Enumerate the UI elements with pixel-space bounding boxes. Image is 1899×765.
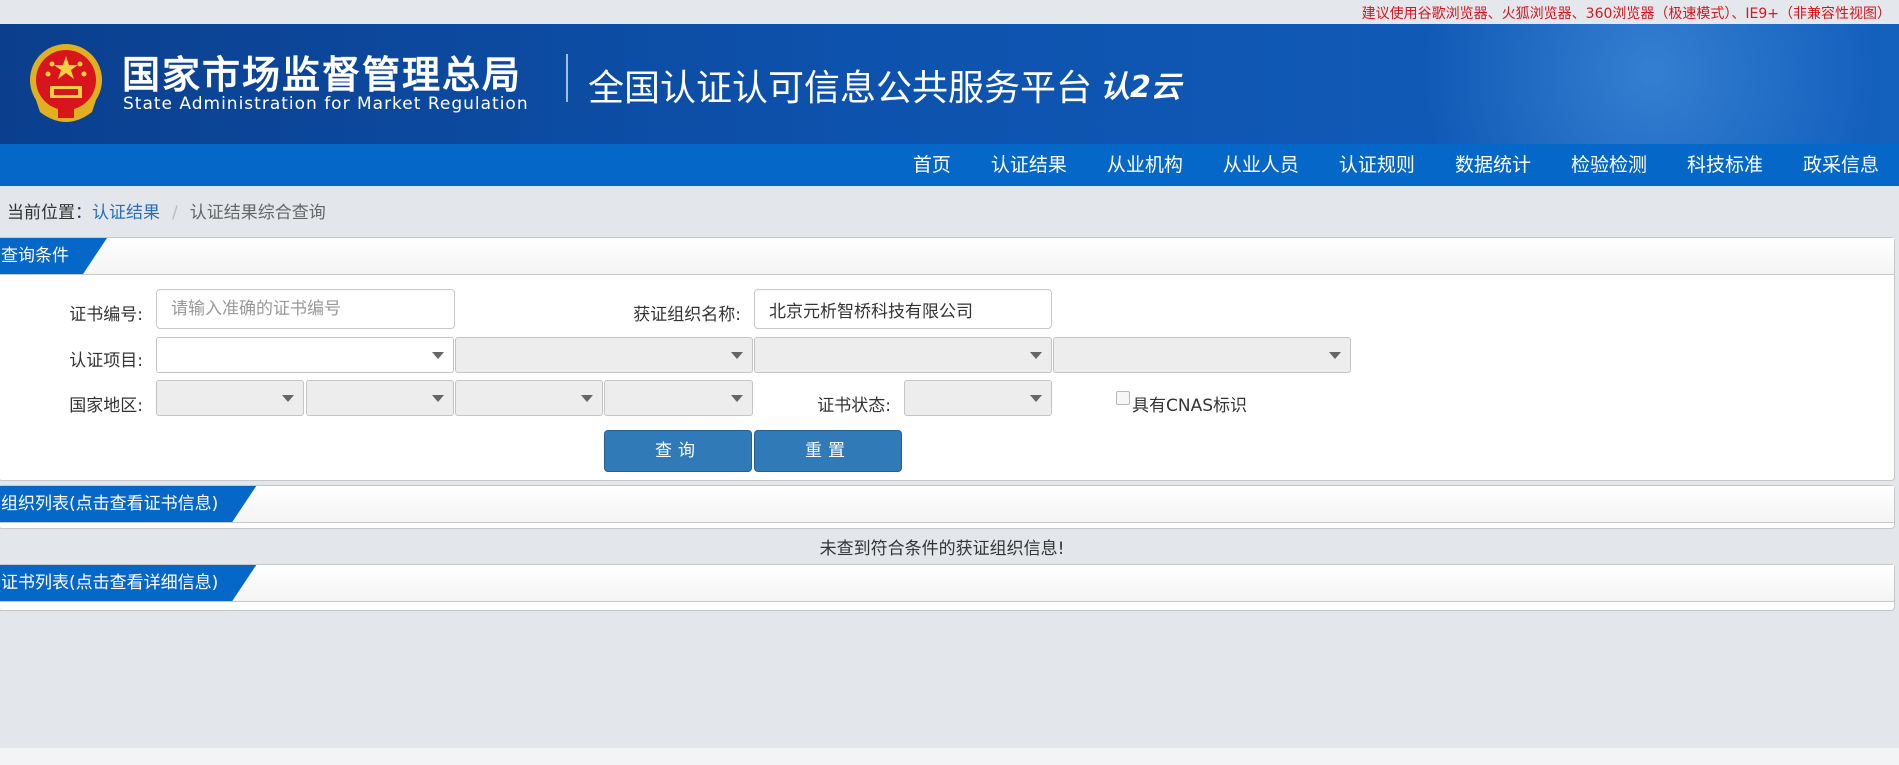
cert-project-select-3[interactable] [754,337,1052,373]
cert-status-label: 证书状态: [817,396,891,416]
cert-list-header: 证书列表(点击查看详细信息) [0,565,1894,602]
region-select-4[interactable] [604,380,753,416]
search-button[interactable]: 查询 [604,430,752,472]
chevron-down-icon [282,395,294,402]
cert-project-select-4[interactable] [1053,337,1351,373]
nav-item-statistics[interactable]: 数据统计 [1435,144,1551,186]
nav-item-cert-results[interactable]: 认证结果 [971,144,1087,186]
nav-item-home[interactable]: 首页 [893,144,971,186]
header-divider [566,54,568,102]
org-name-label: 获证组织名称: [633,305,741,325]
chevron-down-icon [432,395,444,402]
nav-item-inspection[interactable]: 检验检测 [1551,144,1667,186]
region-select-2[interactable] [306,380,454,416]
org-list-header: 组织列表(点击查看证书信息) [0,486,1894,523]
chevron-down-icon [731,352,743,359]
nav-item-institutions[interactable]: 从业机构 [1087,144,1203,186]
page-bottom-strip [0,748,1899,765]
chevron-down-icon [1329,352,1341,359]
breadcrumb-link-cert-results[interactable]: 认证结果 [92,203,160,223]
breadcrumb-prefix: 当前位置： [7,203,92,223]
chevron-down-icon [1030,352,1042,359]
browser-notice-text: 建议使用谷歌浏览器、火狐浏览器、360浏览器（极速模式）、IE9+（非兼容性视图… [1361,6,1891,22]
region-select-3[interactable] [455,380,603,416]
reset-button[interactable]: 重置 [754,430,902,472]
chevron-down-icon [731,395,743,402]
breadcrumb: 当前位置：认证结果 / 认证结果综合查询 [7,198,326,223]
site-header: 国家市场监督管理总局 State Administration for Mark… [0,24,1899,144]
nav-item-standards[interactable]: 科技标准 [1667,144,1783,186]
cnas-label: 具有CNAS标识 [1132,396,1248,416]
org-list-empty-message: 未查到符合条件的获证组织信息! [819,539,1065,559]
agency-name-en: State Administration for Market Regulati… [123,94,529,114]
cert-no-input[interactable] [156,289,455,329]
breadcrumb-current: 认证结果综合查询 [189,203,326,223]
breadcrumb-separator: / [172,203,178,223]
chevron-down-icon [1030,395,1042,402]
query-panel-title: 查询条件 [0,238,107,274]
nav-item-cert-rules[interactable]: 认证规则 [1319,144,1435,186]
org-name-input[interactable] [754,289,1052,329]
region-select-1[interactable] [156,380,304,416]
browser-notice-bar: 建议使用谷歌浏览器、火狐浏览器、360浏览器（极速模式）、IE9+（非兼容性视图… [0,0,1899,24]
platform-title: 全国认证认可信息公共服务平台 [588,68,1093,109]
region-label: 国家地区: [69,396,143,416]
nav-item-procurement[interactable]: 政采信息 [1783,144,1899,186]
org-list-title: 组织列表(点击查看证书信息) [0,486,256,522]
query-panel: 查询条件 证书编号: 获证组织名称: 认证项目: 国家地区: 证书状态: 具有C… [0,237,1895,481]
org-list-panel: 组织列表(点击查看证书信息) [0,485,1895,529]
cert-no-label: 证书编号: [69,305,143,325]
nav-item-personnel[interactable]: 从业人员 [1203,144,1319,186]
national-emblem-icon [30,44,102,122]
chevron-down-icon [432,352,444,359]
cert-project-label: 认证项目: [69,351,143,371]
cert-list-title: 证书列表(点击查看详细信息) [0,565,256,601]
cert-list-panel: 证书列表(点击查看详细信息) [0,564,1895,611]
renzheng-cloud-logo: 认2云 [1100,70,1181,105]
cnas-checkbox[interactable] [1116,391,1130,405]
header-decoration [1279,24,1899,144]
agency-name-cn: 国家市场监督管理总局 [122,53,523,97]
cert-project-select-2[interactable] [455,337,753,373]
query-panel-header: 查询条件 [0,238,1894,275]
cert-project-select-1[interactable] [156,337,454,373]
main-nav: 首页 认证结果 从业机构 从业人员 认证规则 数据统计 检验检测 科技标准 政采… [0,144,1899,186]
chevron-down-icon [581,395,593,402]
cert-status-select[interactable] [904,380,1052,416]
